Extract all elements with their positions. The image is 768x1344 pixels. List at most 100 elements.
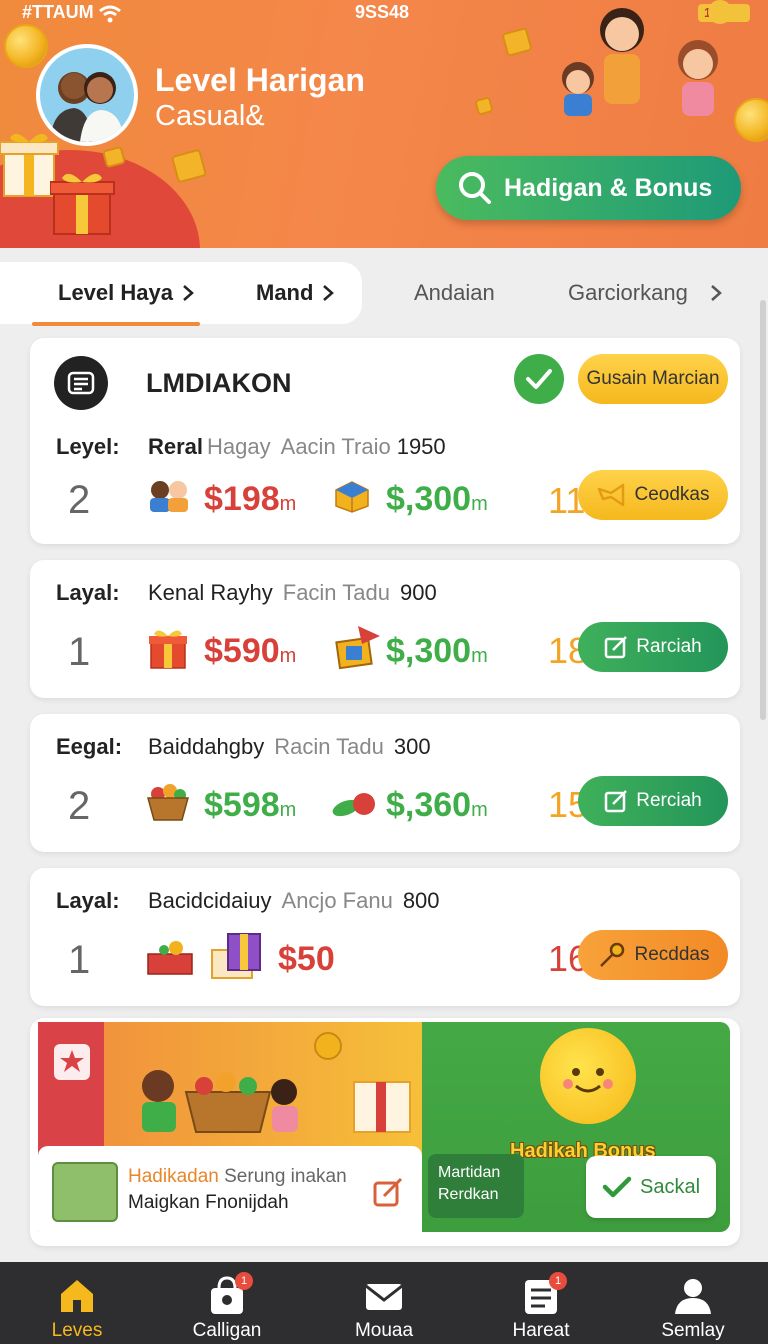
featured-card: LMDIAKON Gusain Marcian Leyel: Reral Hag… [30,338,740,544]
amount-unit: m [279,645,297,667]
vegetables-icon [332,793,375,817]
chevron-right-icon [323,285,335,301]
carrier-label: #TTAUM [22,2,94,22]
row-sub: Facin Tadu [282,580,390,605]
couple-avatar-icon [50,72,124,142]
rarciah-button[interactable]: Rarciah [578,622,728,672]
coin-icon [4,24,48,68]
promo-line2: Maigkan Fnonijdah [128,1192,289,1213]
amount-value: $50 [278,940,335,978]
chevron-right-icon [183,285,194,301]
mail-icon [364,1276,404,1316]
nav-label: Calligan [192,1320,262,1341]
row-name: Baiddahgby [148,734,265,759]
card-meta-row: Layal: Bacidcidaiuy Ancjo Fanu 800 [56,888,440,914]
sackal-label: Sackal [639,1175,701,1198]
recddas-label: Recddas [634,944,710,965]
amount-unit: m [471,799,488,821]
list-icon: 1 [521,1272,567,1316]
promo-thumbnail [52,1162,118,1222]
nav-item-hareat[interactable]: 1 Hareat [464,1262,618,1344]
fruit-basket-icon [147,784,189,821]
promo-line1: Hadikadan Serung inakan [128,1166,347,1188]
tab-level-haya[interactable]: Level Haya [58,280,195,306]
sun-mascot-icon [540,1028,636,1124]
page-subtitle: Casual& [155,100,265,132]
row-name: Kenal Rayhy [148,580,273,605]
sackal-button[interactable]: Sackal [586,1156,716,1218]
ceodkas-button[interactable]: Ceodkas [578,470,728,520]
tab-andaian[interactable]: Andaian [414,280,495,306]
coin-icon [734,98,768,142]
row-label: Leyel: [56,434,120,459]
edit-icon[interactable] [372,1176,404,1208]
row-value: 900 [399,580,437,605]
gusain-button[interactable]: Gusain Marcian [578,354,728,404]
children-illustration [562,0,732,116]
rerciah-label: Rerciah [636,790,702,811]
promo-mini-card[interactable]: Martidan Rerdkan [428,1154,524,1218]
chevron-right-icon [711,285,722,301]
status-time: 9SS48 [355,2,410,22]
recddas-button[interactable]: Recddas [578,930,728,980]
gold-cube-icon [170,148,208,184]
amount-value: $,300 [386,480,472,518]
gift-box-icon [50,173,115,235]
tab-garciorkang[interactable]: Garciorkang [568,280,724,306]
nav-item-mouaa[interactable]: Mouaa [307,1262,461,1344]
nav-item-leves[interactable]: Leves [0,1262,154,1344]
document-icon [54,356,108,410]
edit-icon [605,636,628,659]
tab-label: Mand [256,280,314,305]
amount-value: $,300 [386,632,472,670]
nav-label: Mouaa [354,1320,414,1341]
promo-banner[interactable]: Hadikah Bonus Hadikadan Serung inakan Ma… [30,1018,740,1246]
tab-mand[interactable]: Mand [256,280,335,306]
edit-icon [605,790,628,813]
header-banner: #TTAUM 9SS48 10 Level [0,0,768,248]
scrollbar[interactable] [760,300,766,720]
amount-value: $598 [204,786,280,824]
nav-label: Leves [51,1320,103,1341]
row-label: Layal: [56,580,120,605]
avatar[interactable] [36,44,138,146]
amount-unit: m [471,645,488,667]
rerciah-button[interactable]: Rerciah [578,776,728,826]
row-value: 800 [402,888,440,913]
mini-card-line1: Martidan [438,1164,501,1181]
people-icon [150,481,188,512]
key-icon [599,942,624,967]
notification-badge: 1 [235,1272,253,1290]
list-item: Layal: Kenal Rayhy Facin Tadu 900 1 $590… [30,560,740,698]
row-sub: Aacin Traio [280,434,391,459]
row-name: Reral [148,434,204,459]
row-sub: Ancjo Fanu [281,888,393,913]
row-label: Layal: [56,888,120,913]
bonus-search-button[interactable]: Hadigan & Bonus [436,156,741,220]
amount-value: $,360 [386,786,472,824]
check-icon[interactable] [514,354,564,404]
card-meta-row: Leyel: Reral Hagay Aacin Traio 1950 [56,434,446,460]
amount-primary: $50 [278,940,335,979]
amount-primary: $598m [204,786,296,825]
tab-label: Andaian [414,280,495,305]
gift-crate-icon [147,941,193,975]
person-icon [673,1276,713,1316]
treasure-box-icon [335,626,380,670]
tab-bar: Level Haya Mand Andaian Garciorkang [0,262,768,326]
present-stack-icon [211,933,261,979]
card-meta-row: Eegal: Baiddahgby Racin Tadu 300 [56,734,431,760]
promo-highlight: Hadikadan [128,1166,219,1187]
amount-secondary: $,300m [386,632,488,671]
amount-secondary: $,360m [386,786,488,825]
bonus-search-label: Hadigan & Bonus [504,173,713,202]
nav-item-calligan[interactable]: 1 Calligan [150,1262,304,1344]
nav-label: Hareat [512,1320,570,1341]
promo-info-panel: Hadikadan Serung inakan Maigkan Fnonijda… [38,1146,422,1240]
gift-box-icon [149,630,187,669]
tab-active-indicator [32,322,200,326]
bottom-nav: Leves 1 Calligan Mouaa 1 Hareat Semlay [0,1262,768,1344]
nav-item-semlay[interactable]: Semlay [616,1262,768,1344]
level-number: 1 [68,938,91,982]
gold-cube-icon [474,96,494,116]
